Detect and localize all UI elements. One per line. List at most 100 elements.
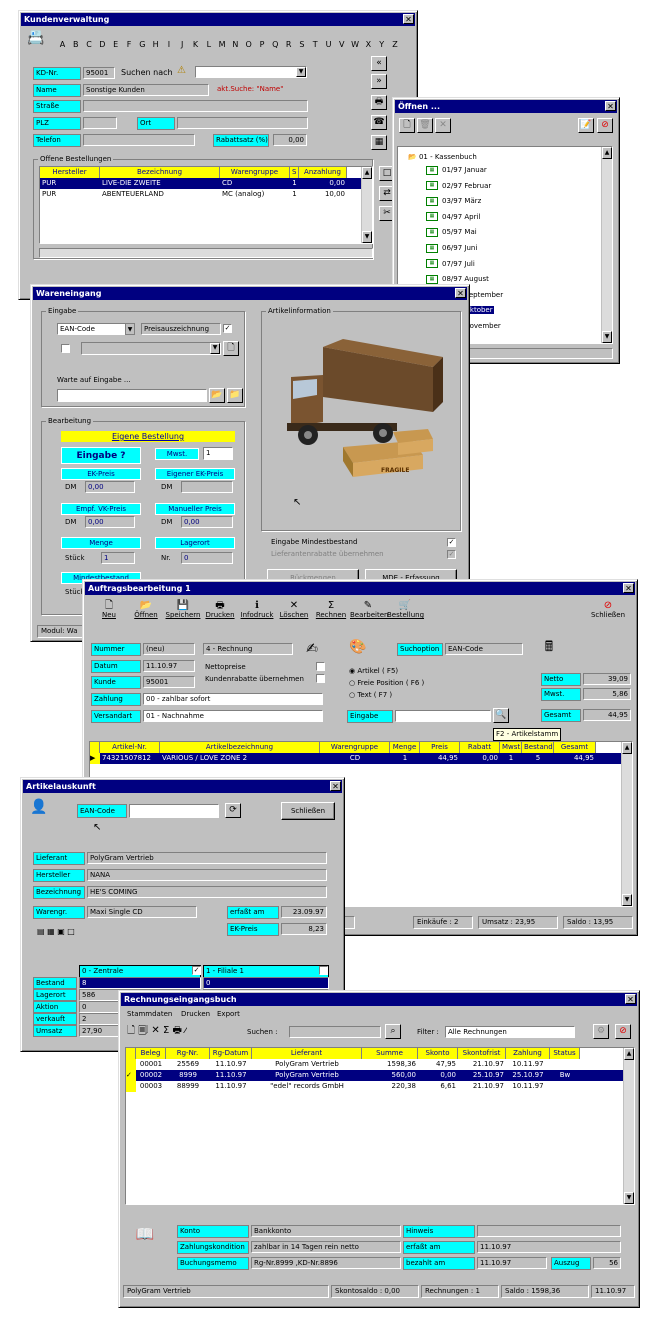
header-cell[interactable]: Warengruppe — [320, 742, 390, 753]
scroll-up-arrow[interactable]: ▲ — [622, 742, 632, 754]
settings-icon[interactable]: ⚙ — [593, 1024, 609, 1039]
letter-a[interactable]: A — [57, 39, 68, 50]
table-row[interactable]: ▶ 74321507812 VARIOUS / LOVE ZONE 2 CD 1 44,9… — [90, 753, 632, 764]
search-dropdown[interactable]: ▼ — [195, 66, 307, 78]
plz-field[interactable] — [83, 117, 117, 129]
tree-item[interactable]: ▦ 06/97 Juni — [426, 243, 478, 253]
tree-root[interactable]: 📂 01 - Kassenbuch — [408, 152, 477, 162]
toolbar-button-3[interactable]: 🖶 Drucken — [202, 600, 238, 620]
lieferantenrabatte-checkbox[interactable]: ✓ — [447, 550, 456, 559]
edit-pen-icon[interactable]: ✍ — [301, 642, 323, 656]
letter-q[interactable]: Q — [270, 39, 281, 50]
letter-c[interactable]: C — [84, 39, 95, 50]
search-field[interactable] — [289, 1026, 381, 1038]
letter-z[interactable]: Z — [390, 39, 401, 50]
refresh-icon[interactable]: ⟳ — [225, 803, 241, 818]
header-cell[interactable]: Preis — [420, 742, 460, 753]
header-cell[interactable]: Rg-Nr. — [166, 1048, 210, 1059]
nettopreise-checkbox[interactable] — [316, 662, 325, 671]
cancel-icon[interactable]: ✕ — [435, 118, 451, 133]
phone-icon[interactable]: ☎ — [371, 115, 387, 130]
table-row[interactable]: PUR LIVE-DIE ZWEITE CD 1 0,00 — [40, 178, 372, 189]
positions-scrollbar[interactable]: ▲ ▼ — [621, 742, 632, 906]
close-button[interactable]: ✕ — [403, 14, 414, 24]
tree-item[interactable]: ▦ 03/97 März — [426, 196, 482, 206]
close-button[interactable]: ✕ — [605, 101, 616, 111]
option-checkbox[interactable] — [61, 344, 70, 353]
tree-item[interactable]: ▦ 05/97 Mai — [426, 227, 478, 237]
letter-j[interactable]: J — [177, 39, 188, 50]
header-cell[interactable]: Zahlung — [506, 1048, 550, 1059]
new-doc-icon[interactable]: 🗋 — [223, 341, 239, 356]
ort-field[interactable] — [177, 117, 308, 129]
calendar-icon[interactable]: ▦ — [371, 135, 387, 150]
header-cell[interactable]: Hersteller — [40, 167, 100, 178]
kdnr-field[interactable]: 95001 — [83, 67, 115, 79]
scroll-up-arrow[interactable]: ▲ — [362, 167, 372, 179]
stop-icon[interactable]: ⊘ — [597, 118, 613, 133]
header-cell[interactable]: Artikel-Nr. — [100, 742, 160, 753]
stop-icon[interactable]: ⊘ — [615, 1024, 631, 1039]
menu-item[interactable]: Drucken — [181, 1009, 210, 1020]
letter-o[interactable]: O — [243, 39, 254, 50]
kundenrabatte-checkbox[interactable] — [316, 674, 325, 683]
folder-icon[interactable]: 📁 — [227, 388, 243, 403]
close-button[interactable]: ✕ — [625, 994, 636, 1004]
letter-x[interactable]: X — [363, 39, 374, 50]
letter-r[interactable]: R — [283, 39, 294, 50]
header-cell[interactable]: Summe — [362, 1048, 418, 1059]
belegart-dropdown[interactable]: 4 - Rechnung — [203, 643, 293, 655]
toolbar-button-5[interactable]: ✕ Löschen — [276, 600, 312, 620]
next-record-button[interactable]: » — [371, 74, 387, 89]
tree-item[interactable]: ▦ 04/97 April — [426, 212, 481, 222]
radio-artikel[interactable]: ◉ Artikel ( F5) — [349, 666, 398, 677]
table-row[interactable]: ✓ 00002 8999 11.10.97 PolyGram Vertrieb 560,0… — [126, 1070, 634, 1081]
strasse-field[interactable] — [83, 100, 308, 112]
eingabe-field[interactable] — [57, 389, 207, 402]
telefon-field[interactable] — [83, 134, 195, 146]
header-cell[interactable]: Skontofrist — [458, 1048, 506, 1059]
toolbar-button-6[interactable]: Σ Rechnen — [313, 600, 349, 620]
invoices-scrollbar[interactable]: ▲ ▼ — [623, 1048, 634, 1204]
kunde-field[interactable]: 95001 — [143, 676, 195, 688]
header-cell[interactable]: Rg-Datum — [210, 1048, 252, 1059]
toolbar-button-1[interactable]: 📂 Öffnen — [128, 600, 164, 620]
scroll-up-arrow[interactable]: ▲ — [624, 1048, 634, 1060]
letter-t[interactable]: T — [310, 39, 321, 50]
letter-w[interactable]: W — [350, 39, 361, 50]
scroll-down-arrow[interactable]: ▼ — [622, 894, 632, 906]
filiale-checkbox[interactable] — [319, 966, 328, 975]
tree-item[interactable]: ▦ 02/97 Februar — [426, 181, 492, 191]
option-dropdown[interactable]: ▼ — [81, 342, 221, 355]
letter-y[interactable]: Y — [376, 39, 387, 50]
letter-d[interactable]: D — [97, 39, 108, 50]
letter-s[interactable]: S — [296, 39, 307, 50]
letter-k[interactable]: K — [190, 39, 201, 50]
mindestbestand-checkbox[interactable]: ✓ — [447, 538, 456, 547]
edit-icon[interactable]: 📝 — [578, 118, 594, 133]
menu-item[interactable]: Export — [217, 1009, 240, 1020]
preis-checkbox[interactable]: ✓ — [223, 324, 232, 333]
letter-m[interactable]: M — [217, 39, 228, 50]
zahlung-dropdown[interactable]: 00 - zahlbar sofort — [143, 693, 323, 705]
eingabe-field[interactable] — [395, 710, 491, 722]
chevron-down-icon[interactable]: ▼ — [125, 323, 135, 335]
letter-e[interactable]: E — [110, 39, 121, 50]
first-record-button[interactable]: « — [371, 56, 387, 71]
letter-b[interactable]: B — [70, 39, 81, 50]
header-cell[interactable]: Gesamt — [554, 742, 596, 753]
lagerort-field[interactable]: 0 — [181, 552, 233, 564]
header-cell[interactable]: S — [290, 167, 299, 178]
header-cell[interactable]: Beleg — [136, 1048, 166, 1059]
schliessen-button[interactable]: ⊘ Schließen — [583, 600, 633, 620]
tree-scrollbar[interactable]: ▲ ▼ — [601, 147, 612, 343]
scroll-up-arrow[interactable]: ▲ — [602, 147, 612, 159]
datum-field[interactable]: 11.10.97 — [143, 660, 195, 672]
radio-freie-position[interactable]: ○ Freie Position ( F6 ) — [349, 678, 424, 689]
tree-item[interactable]: ▦ 07/97 Juli — [426, 259, 476, 269]
name-field[interactable]: Sonstige Kunden — [83, 84, 209, 96]
letter-p[interactable]: P — [257, 39, 268, 50]
menu-item[interactable]: Stammdaten — [127, 1009, 172, 1020]
ean-dropdown[interactable]: EAN-Code — [57, 323, 135, 335]
scroll-down-arrow[interactable]: ▼ — [602, 331, 612, 343]
